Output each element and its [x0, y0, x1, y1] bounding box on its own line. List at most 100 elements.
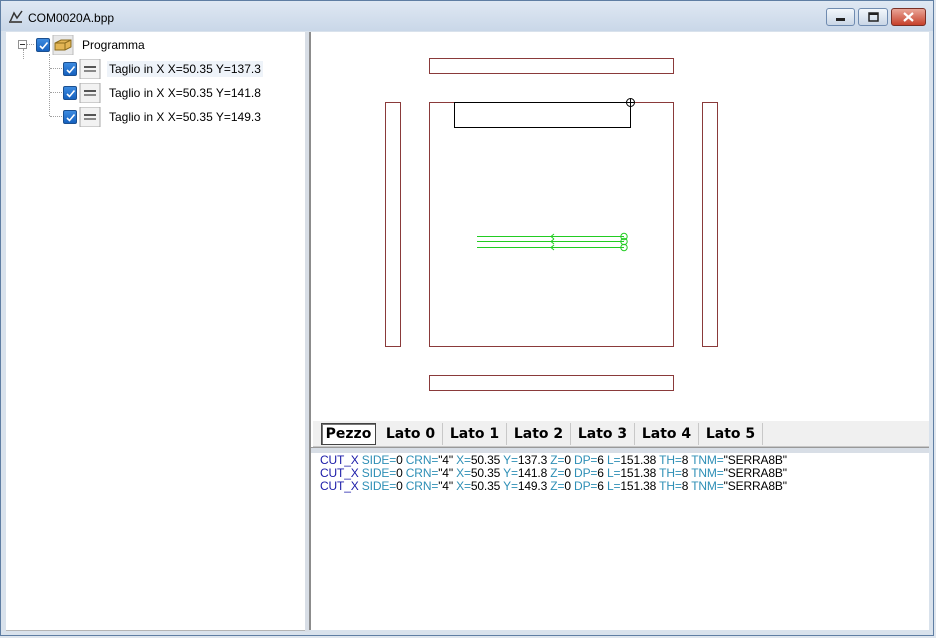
- check-icon: [66, 65, 76, 74]
- code-param-value: "SERRA8B": [723, 453, 787, 467]
- close-icon: [903, 12, 914, 22]
- code-param-value: 50.35: [470, 453, 501, 467]
- code-param-name: TNM=: [691, 479, 724, 493]
- program-code-editor[interactable]: CUT_X SIDE=0 CRN="4" X=50.35 Y=137.3 Z=0…: [311, 453, 929, 630]
- code-param-name: TNM=: [691, 466, 724, 480]
- code-param-name: Y=: [503, 479, 518, 493]
- tree-line: [50, 68, 64, 69]
- code-param-value: 137.3: [517, 453, 548, 467]
- code-param-value: 50.35: [470, 466, 501, 480]
- tree-line: [50, 92, 64, 93]
- code-param-value: "4": [438, 453, 453, 467]
- code-param-name: DP=: [574, 453, 598, 467]
- code-param-name: TH=: [659, 479, 682, 493]
- code-param-value: 0: [564, 479, 571, 493]
- tab-lato-4[interactable]: Lato 4: [635, 423, 699, 445]
- minimize-icon: [836, 18, 845, 21]
- code-param-value: 8: [681, 453, 689, 467]
- code-param-name: TH=: [659, 453, 682, 467]
- tab-lato-2[interactable]: Lato 2: [507, 423, 571, 445]
- code-param-name: TH=: [659, 466, 682, 480]
- code-param-value: "SERRA8B": [723, 479, 787, 493]
- cut-icon: [79, 83, 101, 103]
- cut-tool-outline: [454, 102, 631, 128]
- code-param-value: 6: [597, 466, 604, 480]
- tree-item-cut-2[interactable]: Taglio in X X=50.35 Y=141.8: [63, 83, 263, 103]
- code-param-name: L=: [607, 479, 621, 493]
- code-param-value: 6: [597, 453, 604, 467]
- code-param-value: 0: [396, 453, 403, 467]
- code-param-name: X=: [456, 479, 471, 493]
- code-param-name: TNM=: [691, 453, 724, 467]
- tree-item-cut-1[interactable]: Taglio in X X=50.35 Y=137.3: [63, 59, 263, 79]
- code-param-name: Z=: [550, 453, 565, 467]
- code-param-name: Z=: [550, 479, 565, 493]
- code-param-value: 0: [396, 466, 403, 480]
- code-param-name: CRN=: [405, 479, 439, 493]
- side-panel-top: [429, 58, 674, 74]
- code-param-value: 6: [597, 479, 604, 493]
- collapse-toggle[interactable]: [18, 40, 27, 49]
- tab-lato-0[interactable]: Lato 0: [379, 423, 443, 445]
- code-param-name: DP=: [574, 466, 598, 480]
- app-window: COM0020A.bpp Programma Taglio in X X=50.…: [0, 0, 934, 636]
- code-param-name: Y=: [503, 466, 518, 480]
- code-line: CUT_X SIDE=0 CRN="4" X=50.35 Y=149.3 Z=0…: [320, 479, 787, 493]
- minimize-button[interactable]: [826, 8, 855, 26]
- code-param-name: L=: [607, 453, 621, 467]
- code-param-value: "4": [438, 479, 453, 493]
- restore-icon: [868, 12, 879, 22]
- tree-item-label: Taglio in X X=50.35 Y=137.3: [107, 61, 263, 77]
- check-icon: [66, 113, 76, 122]
- tab-lato-5[interactable]: Lato 5: [699, 423, 763, 445]
- code-param-value: 149.3: [517, 479, 548, 493]
- cut-1-checkbox[interactable]: [63, 62, 77, 76]
- code-param-name: Y=: [503, 453, 518, 467]
- cut-icon: [79, 59, 101, 79]
- code-param-name: SIDE=: [361, 466, 397, 480]
- code-param-name: SIDE=: [361, 453, 397, 467]
- code-param-name: SIDE=: [361, 479, 397, 493]
- code-param-value: "SERRA8B": [723, 466, 787, 480]
- program-tree[interactable]: Programma Taglio in X X=50.35 Y=137.3 Ta…: [6, 32, 306, 631]
- tab-pezzo[interactable]: Pezzo: [321, 423, 376, 445]
- tab-lato-3[interactable]: Lato 3: [571, 423, 635, 445]
- tree-item-label: Taglio in X X=50.35 Y=141.8: [109, 86, 261, 100]
- code-param-name: CRN=: [405, 466, 439, 480]
- code-command: CUT_X: [320, 466, 359, 480]
- tree-line: [49, 54, 50, 116]
- title-bar[interactable]: COM0020A.bpp: [1, 1, 933, 31]
- tree-line: [50, 116, 64, 117]
- cut-2-checkbox[interactable]: [63, 86, 77, 100]
- code-param-value: 151.38: [620, 453, 657, 467]
- code-param-value: 50.35: [470, 479, 501, 493]
- side-panel-bottom: [429, 375, 674, 391]
- panel-drawing[interactable]: [311, 32, 929, 422]
- close-button[interactable]: [891, 8, 926, 26]
- check-icon: [39, 41, 49, 50]
- code-param-value: 8: [681, 479, 689, 493]
- app-icon: [9, 10, 23, 23]
- code-param-name: L=: [607, 466, 621, 480]
- code-param-value: 141.8: [517, 466, 548, 480]
- cut-icon: [79, 107, 101, 127]
- cut-3-checkbox[interactable]: [63, 110, 77, 124]
- code-param-value: 0: [396, 479, 403, 493]
- side-panel-right: [702, 102, 718, 347]
- code-param-value: 8: [681, 466, 689, 480]
- programma-checkbox[interactable]: [36, 38, 50, 52]
- tree-item-label: Programma: [82, 38, 145, 52]
- code-line: CUT_X SIDE=0 CRN="4" X=50.35 Y=137.3 Z=0…: [320, 453, 787, 467]
- tree-item-programma[interactable]: Programma: [36, 35, 147, 55]
- code-param-value: 0: [564, 466, 571, 480]
- program-icon: [52, 35, 74, 55]
- tree-item-cut-3[interactable]: Taglio in X X=50.35 Y=149.3: [63, 107, 263, 127]
- code-line: CUT_X SIDE=0 CRN="4" X=50.35 Y=141.8 Z=0…: [320, 466, 787, 480]
- tree-line: [23, 49, 24, 59]
- maximize-button[interactable]: [858, 8, 888, 26]
- code-param-name: CRN=: [405, 453, 439, 467]
- code-param-value: "4": [438, 466, 453, 480]
- code-param-name: X=: [456, 453, 471, 467]
- code-command: CUT_X: [320, 453, 359, 467]
- tab-lato-1[interactable]: Lato 1: [443, 423, 507, 445]
